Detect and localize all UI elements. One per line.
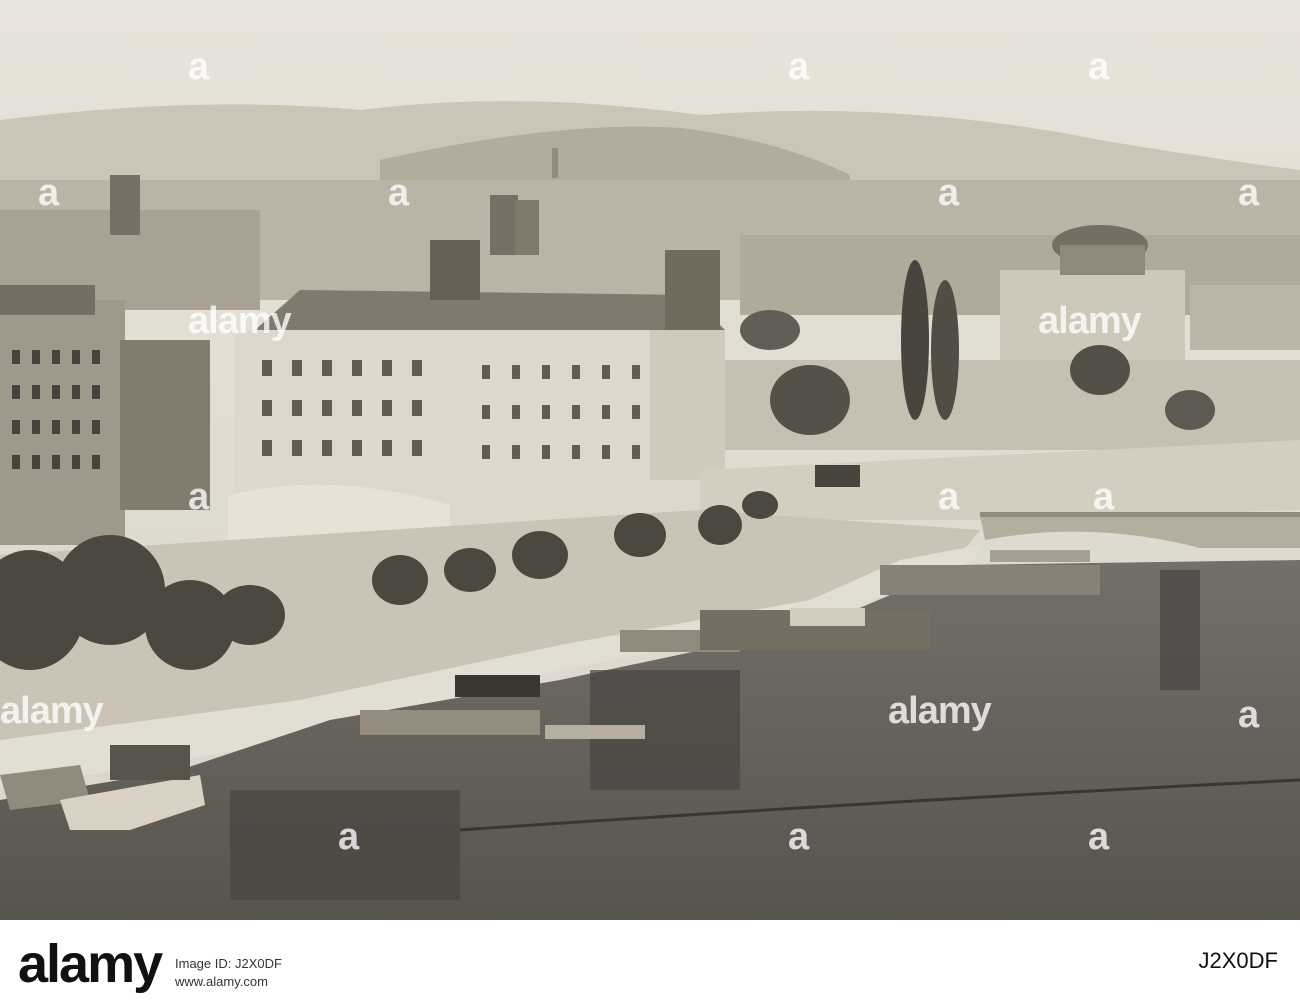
image-id-label: Image ID: J2X0DF [175,956,282,971]
photograph: a a a a a a a a a a a a a a alamy alamy … [0,0,1300,920]
footer-bar: alamy Image ID: J2X0DF www.alamy.com J2X… [0,920,1300,1008]
stock-code: J2X0DF [1198,948,1278,973]
alamy-logo: alamy [18,934,163,994]
harbor-scene [0,0,1300,920]
site-url: www.alamy.com [175,974,268,989]
